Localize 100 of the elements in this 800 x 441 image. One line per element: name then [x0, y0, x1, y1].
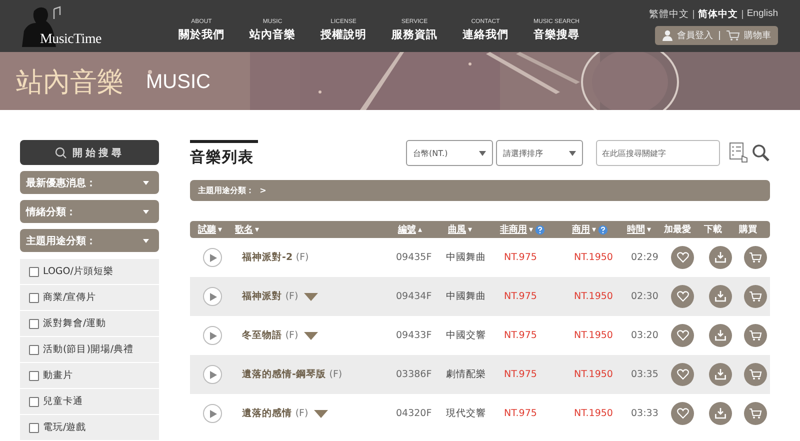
checkbox[interactable] [29, 422, 39, 432]
caret-icon [143, 210, 149, 214]
cart-icon [749, 330, 762, 341]
download-button[interactable] [709, 363, 732, 386]
checkbox[interactable] [29, 396, 39, 406]
cart-button[interactable] [744, 402, 767, 425]
language-link[interactable]: 繁體中文 [648, 8, 689, 21]
checkbox[interactable] [29, 370, 39, 380]
download-icon [715, 330, 726, 341]
cart-icon [749, 369, 762, 380]
sort-icon[interactable]: ▾ [468, 225, 472, 234]
category-option[interactable]: 派對舞會/運動 [20, 311, 159, 337]
play-button[interactable] [203, 248, 222, 267]
download-icon [715, 408, 726, 419]
expand-icon[interactable] [314, 410, 328, 418]
filter-dropdown[interactable]: 主題用途分類： [20, 229, 159, 252]
sort-icon[interactable]: ▾ [529, 225, 534, 234]
table-cell: 現代交響 [446, 407, 486, 420]
checkbox[interactable] [29, 266, 39, 276]
sort-icon[interactable]: ▾ [647, 225, 652, 234]
column-header[interactable]: 歌名 [235, 223, 253, 236]
search-button[interactable]: 開始搜尋 [20, 140, 159, 165]
category-option[interactable]: 兒童卡通 [20, 389, 159, 415]
login-link[interactable]: 會員登入 [662, 29, 713, 42]
sort-icon[interactable]: ▾ [218, 225, 222, 234]
cart-button[interactable] [744, 285, 767, 308]
play-icon [210, 292, 217, 300]
help-icon[interactable] [598, 224, 608, 234]
checkbox[interactable] [29, 318, 39, 328]
song-title[interactable]: 冬至物語 (F) [242, 329, 298, 342]
logo[interactable]: MusicTime [40, 32, 102, 48]
expand-icon[interactable] [304, 292, 318, 300]
favorite-button[interactable] [671, 246, 694, 269]
checkbox[interactable] [29, 292, 39, 302]
download-button[interactable] [709, 324, 732, 347]
price-text: NT.1950 [574, 408, 613, 419]
table-cell: 04320F [396, 408, 432, 419]
price-text: NT.975 [504, 252, 537, 263]
heart-icon [676, 408, 688, 419]
song-title[interactable]: 福神派對 (F) [242, 290, 298, 303]
table-cell: 03386F [396, 369, 432, 380]
table-cell: 09434F [396, 291, 432, 302]
cart-button[interactable] [744, 324, 767, 347]
price-text: NT.1950 [574, 330, 613, 341]
price-text: NT.975 [504, 369, 537, 380]
table-cell: 03:20 [631, 330, 658, 341]
table-cell: 中國舞曲 [446, 290, 486, 303]
search-icon[interactable] [752, 144, 770, 162]
filter-dropdown[interactable]: 最新優惠消息： [20, 171, 159, 194]
play-button[interactable] [203, 404, 222, 423]
category-option[interactable]: 動畫片 [20, 363, 159, 389]
column-header[interactable]: 編號 [398, 223, 416, 236]
language-link[interactable]: English [746, 8, 778, 21]
heart-icon [676, 369, 688, 380]
column-header: 加最愛 [664, 223, 691, 236]
download-icon [715, 369, 726, 380]
download-button[interactable] [709, 285, 732, 308]
caret-icon [143, 180, 149, 184]
sort-icon[interactable]: ▾ [592, 225, 596, 234]
category-option[interactable]: 商業/宣傳片 [20, 285, 159, 311]
search-field[interactable]: 在此區搜尋關鍵字 [596, 140, 720, 166]
download-button[interactable] [709, 402, 732, 425]
heart-icon [676, 252, 688, 263]
language-link[interactable]: 简体中文 [698, 8, 738, 21]
cart-button[interactable] [744, 363, 767, 386]
favorite-button[interactable] [671, 324, 694, 347]
song-title[interactable]: 福神派對-2 (F) [242, 251, 309, 264]
heart-icon [676, 291, 688, 302]
play-button[interactable] [203, 365, 222, 384]
help-icon[interactable] [535, 224, 546, 234]
search-icon [54, 146, 66, 158]
currency-select[interactable]: 台幣(NT.) [406, 140, 493, 166]
sort-select[interactable]: 請選擇排序 [496, 140, 583, 166]
column-header[interactable]: 非商用 [500, 223, 527, 236]
checkbox[interactable] [29, 344, 39, 354]
page-title: 站內音樂 [16, 66, 124, 100]
cart-button[interactable] [744, 246, 767, 269]
column-header[interactable]: 時間 [627, 223, 645, 236]
category-option[interactable]: 活動(節目)開場/典禮 [20, 337, 159, 363]
play-button[interactable] [203, 326, 222, 345]
favorite-button[interactable] [671, 285, 694, 308]
column-header[interactable]: 商用 [572, 223, 590, 236]
song-title[interactable]: 遺落的感情-鋼琴版 (F) [242, 368, 342, 381]
favorite-button[interactable] [671, 402, 694, 425]
table-cell: 劇情配樂 [446, 368, 486, 381]
list-icon[interactable] [729, 142, 749, 164]
column-header[interactable]: 曲風 [448, 223, 466, 236]
cart-link[interactable]: 購物車 [726, 29, 771, 42]
sort-icon[interactable]: ▾ [255, 225, 260, 234]
favorite-button[interactable] [671, 363, 694, 386]
play-button[interactable] [203, 287, 222, 306]
song-title[interactable]: 遺落的感情 (F) [242, 407, 308, 420]
category-option[interactable]: LOGO/片頭短樂 [20, 259, 159, 285]
sort-icon[interactable]: ▴ [418, 225, 422, 234]
download-button[interactable] [709, 246, 732, 269]
column-header[interactable]: 試聽 [198, 223, 216, 236]
column-header: 購買 [739, 224, 757, 236]
filter-dropdown[interactable]: 情緒分類： [20, 200, 159, 223]
expand-icon[interactable] [304, 332, 318, 340]
category-option[interactable]: 電玩/遊戲 [20, 415, 159, 441]
